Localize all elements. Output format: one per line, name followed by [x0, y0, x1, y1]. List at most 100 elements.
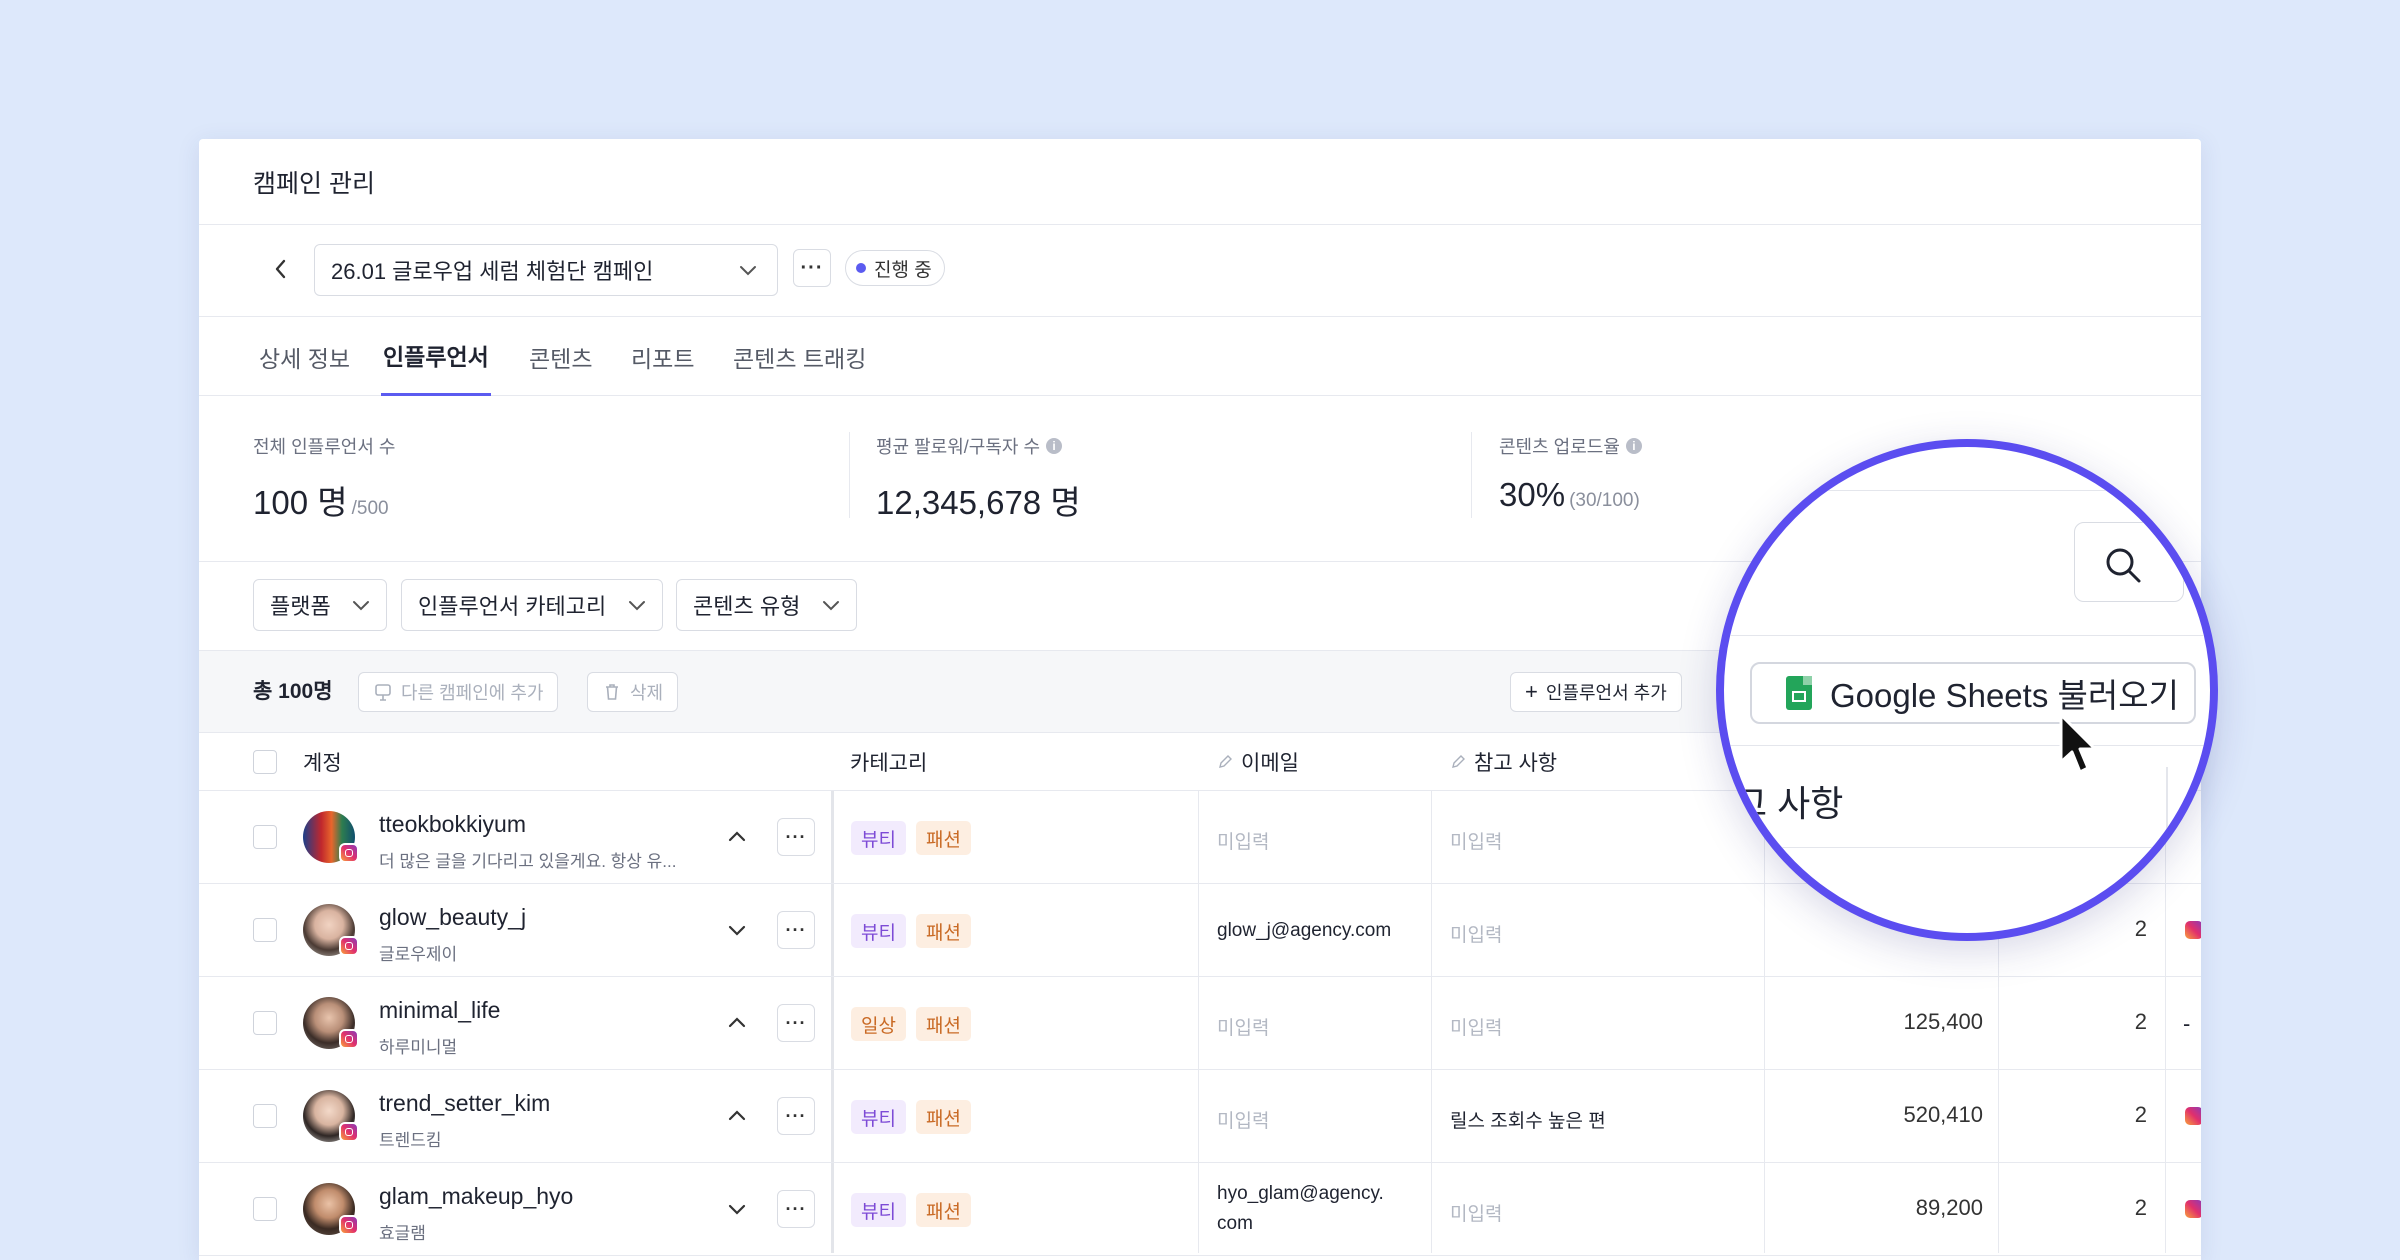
tab-contents[interactable]: 콘텐츠 — [529, 317, 592, 396]
reels-icon — [2185, 1200, 2201, 1218]
delete-button[interactable]: 삭제 — [587, 672, 679, 712]
tab-label: 상세 정보 — [259, 345, 351, 372]
info-icon[interactable]: i — [1625, 438, 1642, 454]
account-subtitle: 글로우제이 — [379, 945, 458, 964]
column-header-email: 이메일 — [1217, 733, 1299, 791]
category-tag: 패션 — [916, 1007, 971, 1041]
search-button[interactable] — [2074, 522, 2184, 602]
page-header: 캠페인 관리 — [199, 139, 2201, 225]
row-more-button[interactable]: ··· — [777, 818, 815, 856]
stat-value: 100 명/500 — [253, 484, 389, 521]
table-row[interactable]: glam_makeup_hyo 효글램 ··· 뷰티 패션 hyo_glam@a… — [199, 1163, 2201, 1256]
chevron-down-icon — [737, 258, 759, 288]
tab-bar: 상세 정보 인플루언서 콘텐츠 리포트 콘텐츠 트래킹 — [199, 317, 2201, 396]
chevron-up-icon[interactable] — [725, 1104, 749, 1133]
table-row[interactable]: minimal_life 하루미니멀 ··· 일상 패션 미입력 미입력 125… — [199, 977, 2201, 1070]
tab-influencers[interactable]: 인플루언서 — [381, 317, 491, 396]
campaign-selector-row: 26.01 글로우업 세럼 체험단 캠페인 ··· 진행 중 — [199, 225, 2201, 317]
search-icon — [2106, 548, 2141, 583]
column-header-account: 계정 — [303, 752, 342, 775]
filter-content-type[interactable]: 콘텐츠 유형 — [676, 579, 857, 631]
followers-count: 125,400 — [1903, 1009, 1983, 1034]
stat-label: 콘텐츠 업로드율 i — [1499, 433, 1642, 459]
filter-influencer-category[interactable]: 인플루언서 카테고리 — [401, 579, 663, 631]
add-to-other-campaign-button[interactable]: 다른 캠페인에 추가 — [358, 672, 559, 712]
instagram-icon — [339, 1122, 359, 1142]
category-tag: 패션 — [916, 914, 971, 948]
email-cell[interactable]: 미입력 — [1217, 1106, 1269, 1133]
chevron-down-icon[interactable] — [725, 1197, 749, 1226]
instagram-icon — [339, 843, 359, 863]
stat-value: 30% (30/100) — [1499, 476, 1640, 513]
notes-column-header-zoomed: 고 사항 — [1734, 783, 1844, 824]
chevron-up-icon[interactable] — [725, 825, 749, 854]
row-checkbox[interactable] — [253, 1197, 277, 1221]
google-sheets-import-button[interactable]: Google Sheets 불러오기 — [1750, 662, 2196, 724]
tab-label: 콘텐츠 트래킹 — [733, 345, 867, 372]
row-more-button[interactable]: ··· — [777, 1004, 815, 1042]
tab-label: 리포트 — [631, 345, 695, 372]
tab-label: 콘텐츠 — [529, 345, 593, 372]
filter-platform[interactable]: 플랫폼 — [253, 579, 387, 631]
back-icon[interactable] — [267, 255, 295, 283]
account-name[interactable]: trend_setter_kim — [379, 1090, 550, 1117]
table-row[interactable]: trend_setter_kim 트렌드킴 ··· 뷰티 패션 미입력 릴스 조… — [199, 1070, 2201, 1163]
tab-details[interactable]: 상세 정보 — [259, 317, 350, 396]
notes-cell[interactable]: 미입력 — [1450, 1199, 1502, 1226]
tab-content-tracking[interactable]: 콘텐츠 트래킹 — [733, 317, 866, 396]
campaign-select-value: 26.01 글로우업 세럼 체험단 캠페인 — [331, 259, 654, 284]
account-name[interactable]: glow_beauty_j — [379, 904, 526, 931]
button-label: 삭제 — [630, 683, 664, 703]
email-cell[interactable]: 미입력 — [1217, 827, 1269, 854]
notes-cell[interactable]: 릴스 조회수 높은 편 — [1450, 1106, 1606, 1133]
followers-count: 520,410 — [1903, 1102, 1983, 1127]
email-cell[interactable]: 미입력 — [1217, 1013, 1269, 1040]
category-tag: 패션 — [916, 821, 971, 855]
cursor-icon — [2059, 713, 2097, 774]
account-subtitle: 더 많은 글을 기다리고 있을게요. 항상 유... — [379, 852, 677, 871]
filter-label: 인플루언서 카테고리 — [418, 594, 607, 619]
row-checkbox[interactable] — [253, 1104, 277, 1128]
total-count: 총 100명 — [253, 680, 333, 703]
column-header-category: 카테고리 — [850, 752, 928, 775]
chevron-up-icon[interactable] — [725, 1011, 749, 1040]
category-tag: 일상 — [851, 1007, 906, 1041]
add-influencer-button[interactable]: + 인플루언서 추가 — [1510, 672, 1682, 712]
account-name[interactable]: tteokbokkiyum — [379, 811, 526, 838]
tab-report[interactable]: 리포트 — [631, 317, 694, 396]
instagram-icon — [339, 1029, 359, 1049]
extra-cell: - — [2183, 1011, 2191, 1036]
category-tag: 뷰티 — [851, 914, 906, 948]
tab-label: 인플루언서 — [383, 344, 489, 370]
category-tag: 뷰티 — [851, 821, 906, 855]
email-cell-line2[interactable]: com — [1217, 1213, 1253, 1235]
notes-cell[interactable]: 미입력 — [1450, 920, 1502, 947]
select-all-checkbox[interactable] — [253, 750, 277, 774]
divider — [1724, 635, 2210, 636]
row-more-button[interactable]: ··· — [777, 1097, 815, 1135]
notes-cell[interactable]: 미입력 — [1450, 827, 1502, 854]
account-subtitle: 트렌드킴 — [379, 1131, 442, 1150]
info-icon[interactable]: i — [1046, 438, 1063, 454]
row-checkbox[interactable] — [253, 918, 277, 942]
row-more-button[interactable]: ··· — [777, 911, 815, 949]
campaign-select[interactable]: 26.01 글로우업 세럼 체험단 캠페인 — [314, 244, 778, 296]
row-checkbox[interactable] — [253, 825, 277, 849]
button-label: Google Sheets 불러오기 — [1830, 677, 2179, 714]
row-more-button[interactable]: ··· — [777, 1190, 815, 1228]
button-label: 다른 캠페인에 추가 — [401, 683, 544, 703]
campaign-more-button[interactable]: ··· — [793, 249, 831, 287]
pencil-icon — [1452, 755, 1465, 768]
account-subtitle: 효글램 — [379, 1224, 426, 1243]
account-name[interactable]: minimal_life — [379, 997, 500, 1024]
category-tag: 패션 — [916, 1100, 971, 1134]
google-sheets-icon — [1786, 676, 1812, 710]
email-cell[interactable]: glow_j@agency.com — [1217, 920, 1391, 942]
notes-cell[interactable]: 미입력 — [1450, 1013, 1502, 1040]
account-name[interactable]: glam_makeup_hyo — [379, 1183, 573, 1210]
row-checkbox[interactable] — [253, 1011, 277, 1035]
chevron-down-icon[interactable] — [725, 918, 749, 947]
stat-label: 전체 인플루언서 수 — [253, 437, 396, 457]
email-cell-line1[interactable]: hyo_glam@agency. — [1217, 1183, 1384, 1205]
reels-icon — [2185, 921, 2201, 939]
